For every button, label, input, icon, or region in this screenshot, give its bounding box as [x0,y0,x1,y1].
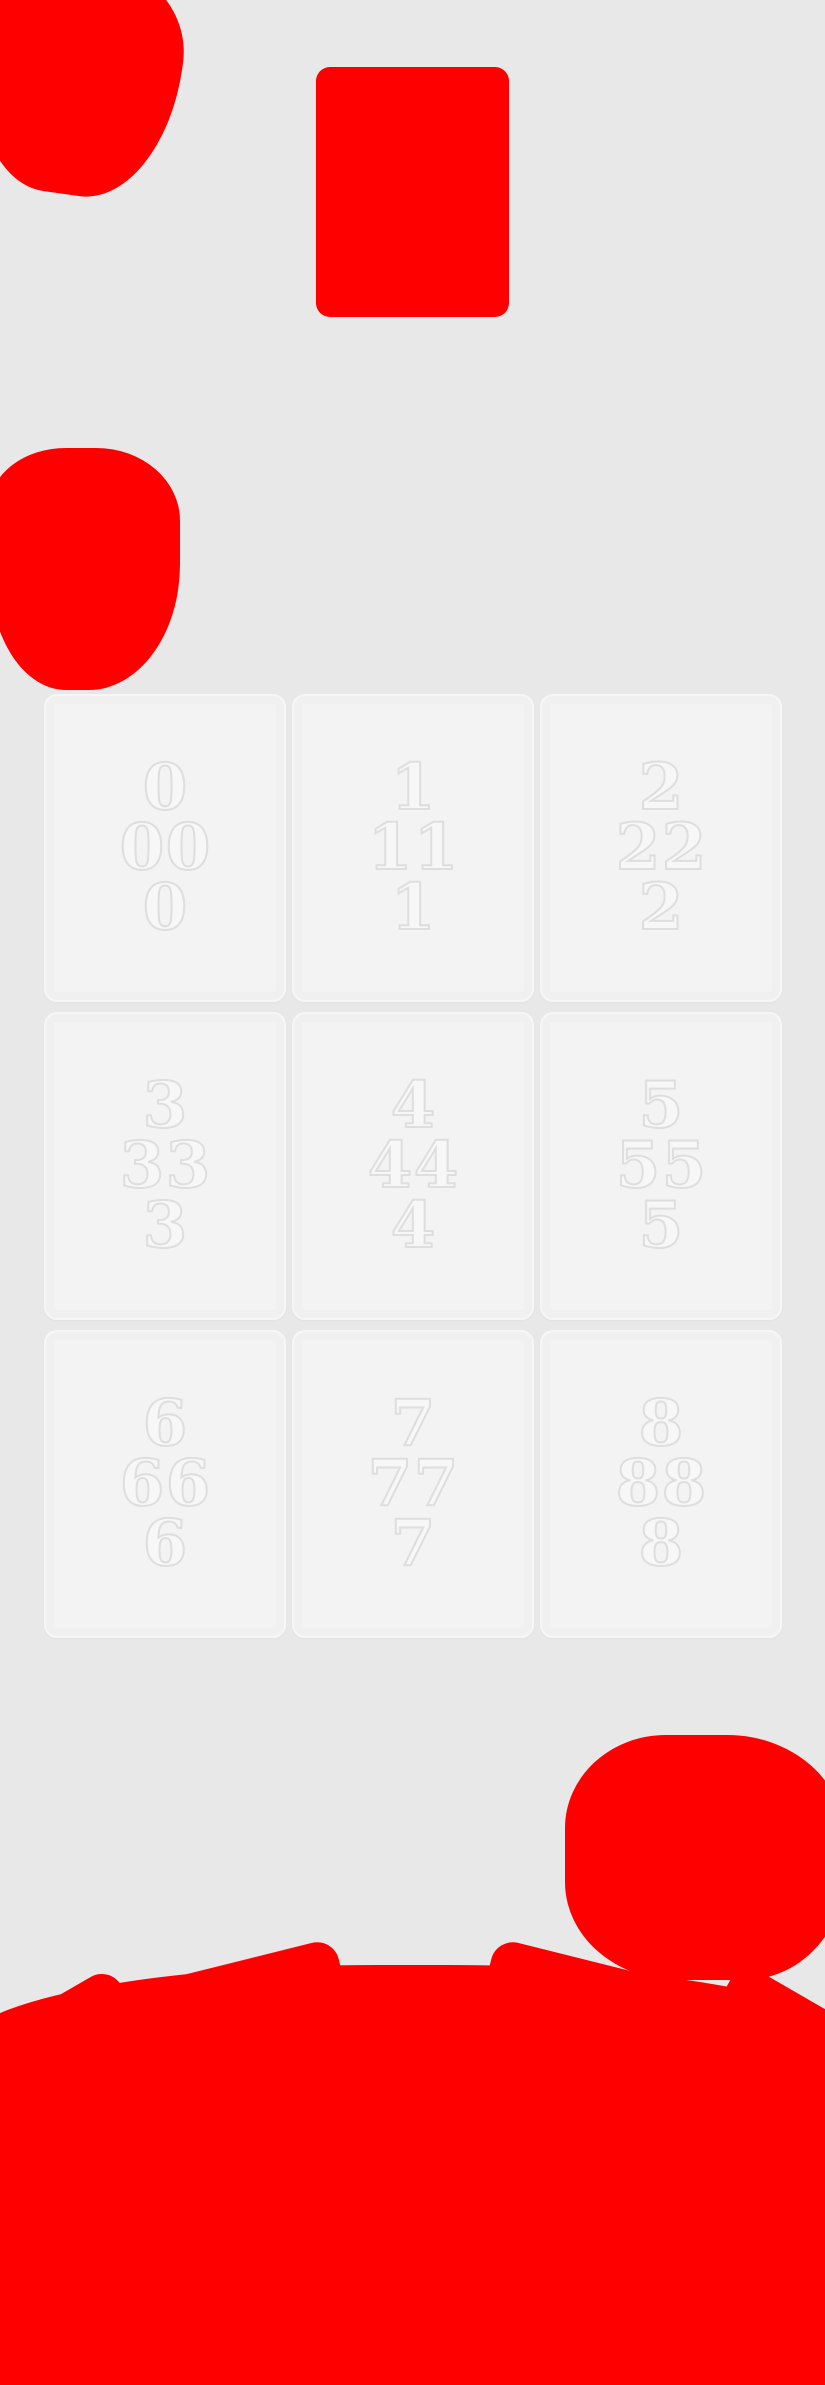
card-2[interactable]: 2 22 2 [540,694,782,1002]
card-8[interactable]: 8 88 8 [540,1330,782,1638]
card-digit: 5 [638,1188,685,1263]
card-7[interactable]: 7 77 7 [292,1330,534,1638]
card-digit: 7 [390,1386,437,1461]
card-digit: 4 [367,1128,414,1203]
card-digit: 2 [615,810,662,885]
card-digit: 2 [638,750,685,825]
card-digit: 3 [165,1128,212,1203]
card-4[interactable]: 4 44 4 [292,1012,534,1320]
card-grid: 0 00 0 1 11 1 2 22 2 3 33 3 4 44 4 5 55 … [44,694,782,1638]
card-digit: 1 [413,810,460,885]
card-digit: 1 [367,810,414,885]
card-digit: 3 [142,1188,189,1263]
card-digit: 6 [142,1506,189,1581]
card-digit: 8 [638,1506,685,1581]
card-digit: 4 [390,1068,437,1143]
card-digit: 2 [661,810,708,885]
card-digit: 6 [142,1386,189,1461]
card-digit: 0 [119,810,166,885]
card-digit: 7 [390,1506,437,1581]
redacted-card [316,67,509,317]
card-digit: 8 [638,1386,685,1461]
card-1[interactable]: 1 11 1 [292,694,534,1002]
card-digit: 2 [638,870,685,945]
card-digit: 5 [615,1128,662,1203]
redaction-shape [565,1735,825,1980]
card-digit: 5 [638,1068,685,1143]
card-digit: 0 [142,870,189,945]
card-6[interactable]: 6 66 6 [44,1330,286,1638]
card-digit: 4 [413,1128,460,1203]
card-digit: 0 [142,750,189,825]
redaction-shape [0,0,196,208]
redaction-shape [0,448,180,690]
redacted-hand [0,1965,825,2385]
card-digit: 1 [390,870,437,945]
card-digit: 3 [142,1068,189,1143]
card-digit: 6 [119,1446,166,1521]
card-digit: 7 [413,1446,460,1521]
card-digit: 1 [390,750,437,825]
card-digit: 8 [661,1446,708,1521]
card-0[interactable]: 0 00 0 [44,694,286,1002]
card-5[interactable]: 5 55 5 [540,1012,782,1320]
card-digit: 3 [119,1128,166,1203]
card-digit: 4 [390,1188,437,1263]
card-digit: 8 [615,1446,662,1521]
card-digit: 5 [661,1128,708,1203]
card-digit: 7 [367,1446,414,1521]
card-3[interactable]: 3 33 3 [44,1012,286,1320]
card-digit: 6 [165,1446,212,1521]
card-digit: 0 [165,810,212,885]
